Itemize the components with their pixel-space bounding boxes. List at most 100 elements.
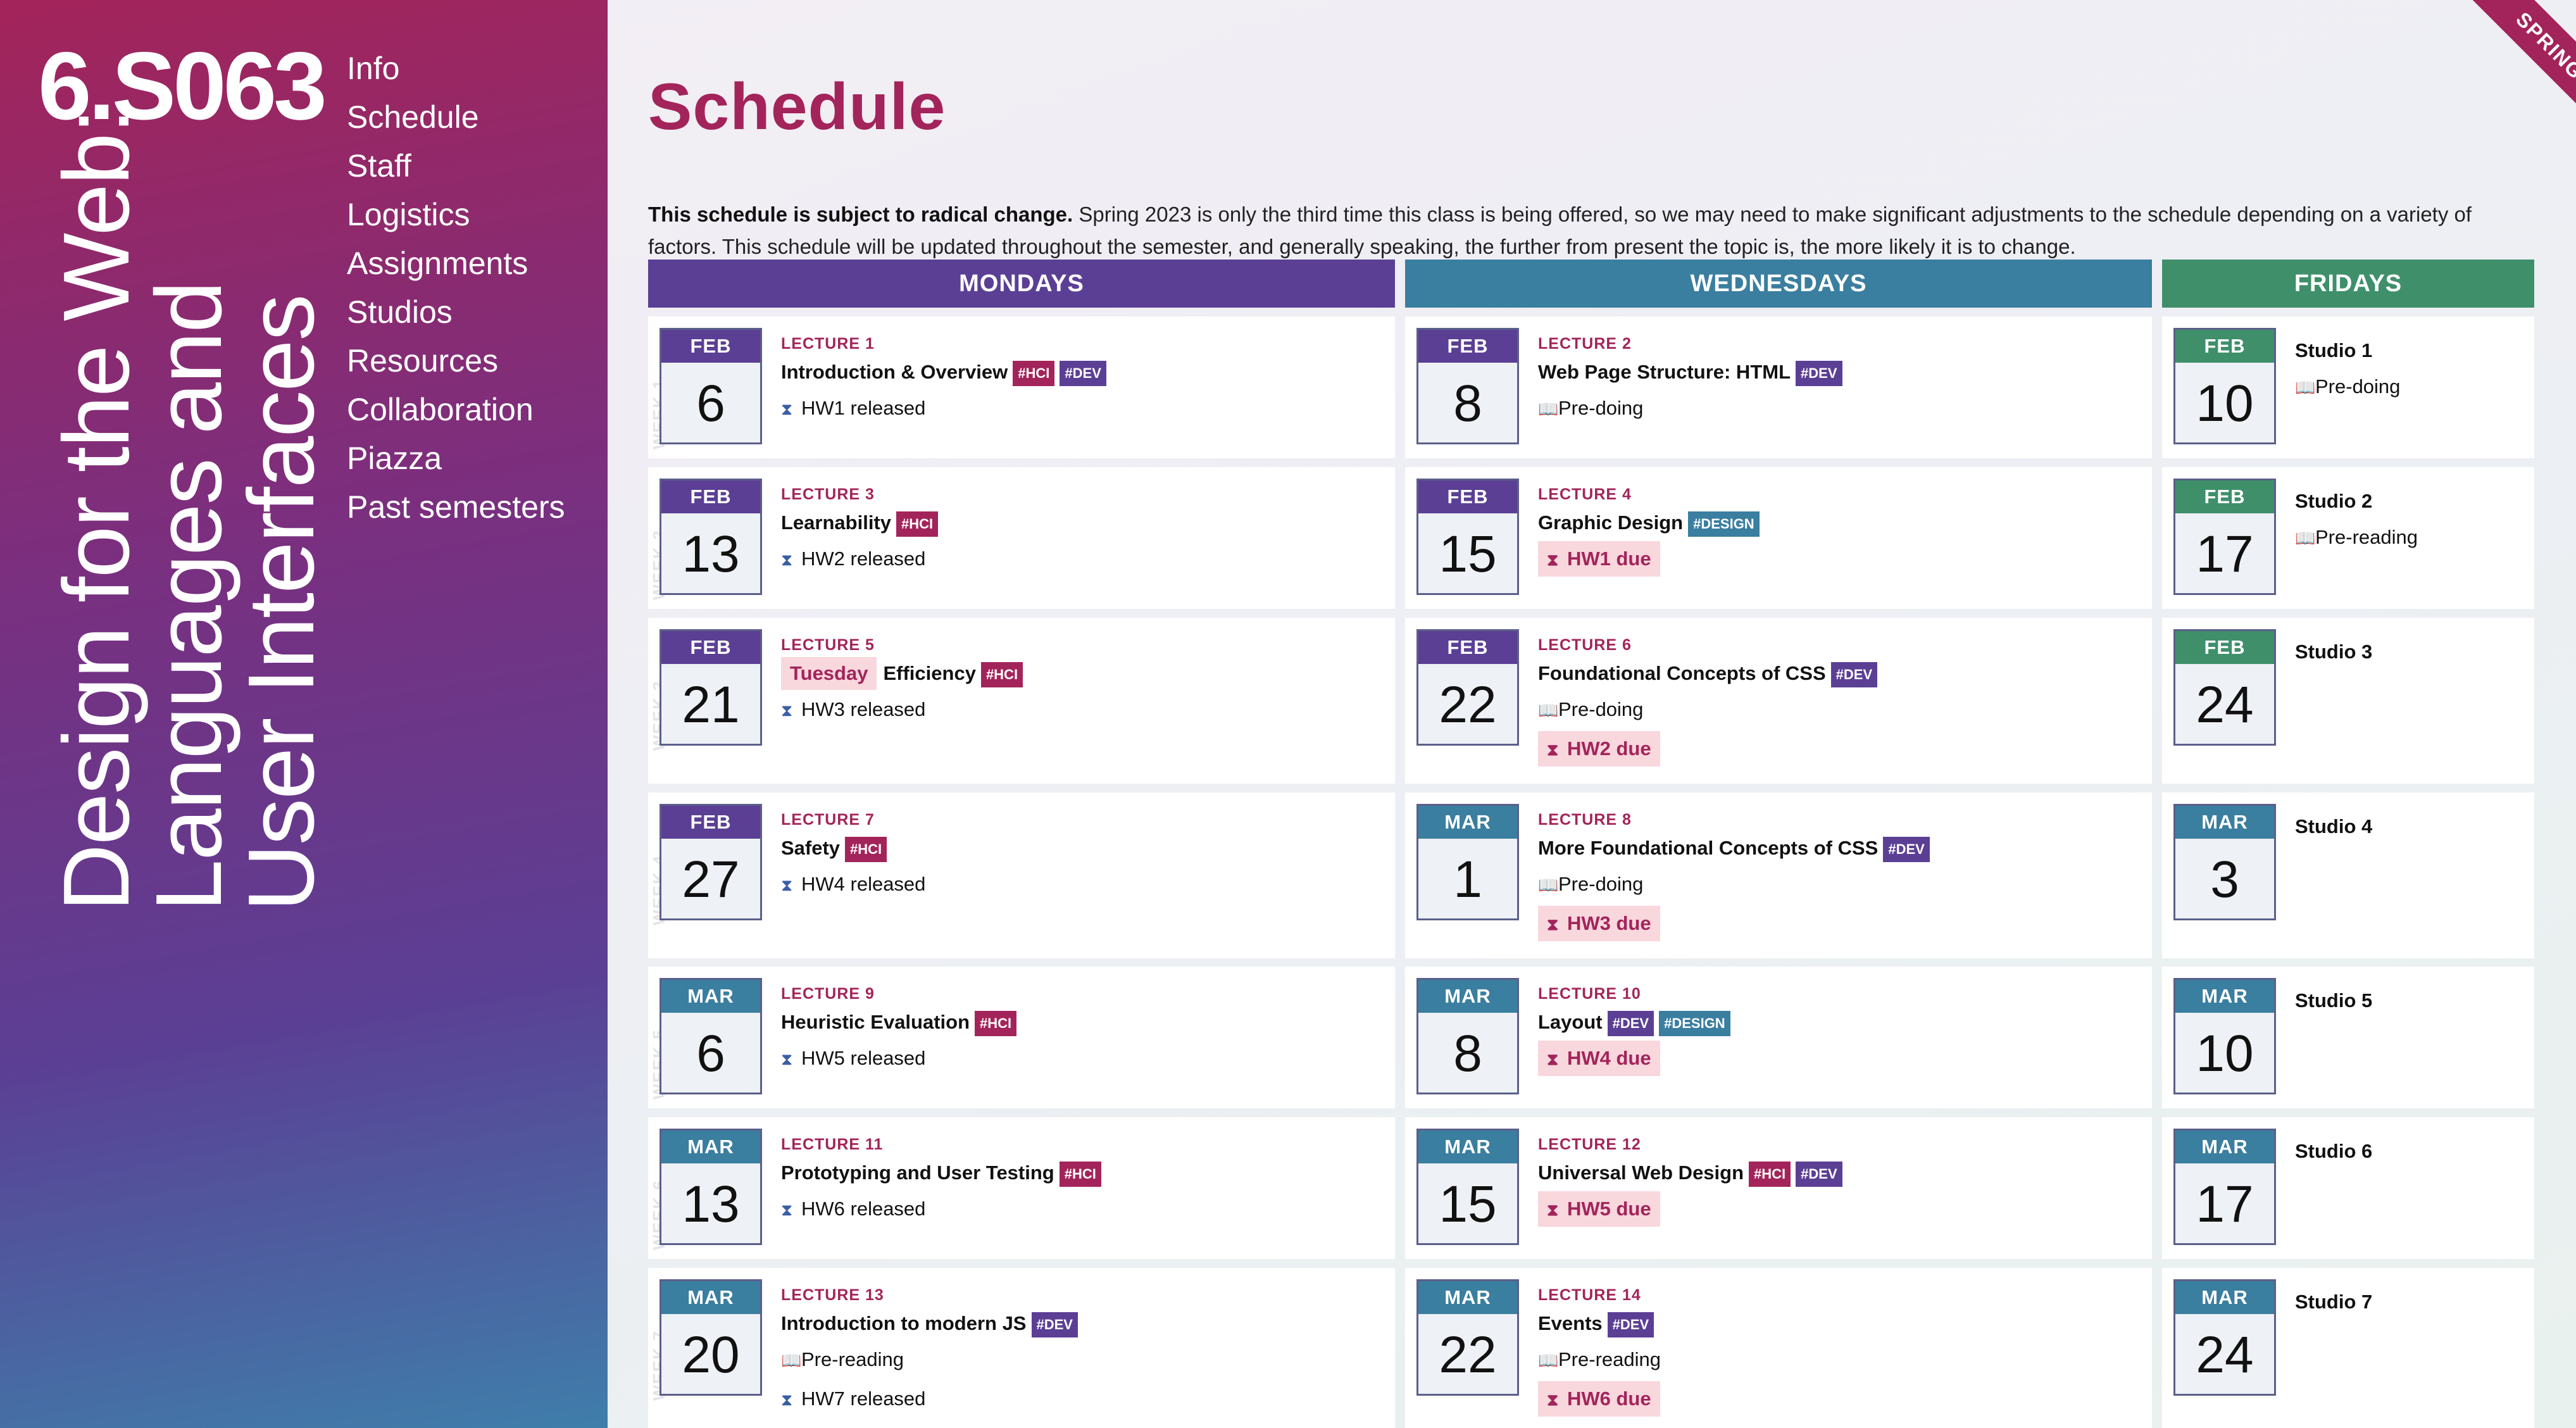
topic-tag[interactable]: #DEV [1607, 1312, 1654, 1337]
event-info: Studio 1 📖Pre-doing [2295, 332, 2522, 406]
due-badge[interactable]: ⧗ HW2 due [1538, 731, 1660, 767]
nav-item-info[interactable]: Info [347, 44, 565, 93]
topic-tag[interactable]: #HCI [1749, 1161, 1791, 1187]
lecture-title[interactable]: Introduction to modern JS [781, 1312, 1027, 1334]
lecture-title-row: Introduction to modern JS #DEV [781, 1307, 1382, 1340]
column-header-mondays: MONDAYS [648, 260, 1395, 308]
lecture-title[interactable]: Layout [1538, 1011, 1603, 1033]
topic-tag[interactable]: #HCI [845, 836, 887, 862]
nav-item-resources[interactable]: Resources [347, 337, 565, 385]
due-item[interactable]: ⧗ HW1 due [1538, 539, 2139, 579]
topic-tag[interactable]: #DEV [1883, 836, 1930, 862]
studio-title[interactable]: Studio 3 [2295, 636, 2522, 668]
assignment-item[interactable]: 📖Pre-doing [1538, 690, 2139, 729]
lecture-title[interactable]: Prototyping and User Testing [781, 1162, 1054, 1184]
date-day: 10 [2196, 1025, 2254, 1082]
studio-title[interactable]: Studio 1 [2295, 334, 2522, 367]
lecture-title[interactable]: More Foundational Concepts of CSS [1538, 837, 1878, 859]
book-icon: 📖 [1538, 701, 1559, 720]
lecture-label: LECTURE 2 [1538, 335, 1632, 353]
studio-title[interactable]: Studio 6 [2295, 1135, 2522, 1168]
due-item[interactable]: ⧗ HW6 due [1538, 1379, 2139, 1419]
assignment-item[interactable]: ⧗ HW3 released [781, 690, 1382, 729]
topic-tag[interactable]: #DEV [1031, 1312, 1078, 1337]
assignment-item[interactable]: ⧗ HW2 released [781, 539, 1382, 579]
nav-item-assignments[interactable]: Assignments [347, 239, 565, 288]
assignment-item[interactable]: ⧗ HW4 released [781, 865, 1382, 904]
assignment-item[interactable]: 📖Pre-doing [1538, 389, 2139, 428]
studio-cell: FEB 24 Studio 3 [2162, 618, 2534, 784]
assignment-item[interactable]: ⧗ HW1 released [781, 389, 1382, 428]
lecture-title[interactable]: Foundational Concepts of CSS [1538, 662, 1826, 684]
nav-item-collaboration[interactable]: Collaboration [347, 385, 565, 434]
due-badge[interactable]: ⧗ HW3 due [1538, 906, 1660, 941]
topic-tag[interactable]: #HCI [980, 661, 1023, 687]
nav-item-piazza[interactable]: Piazza [347, 434, 565, 483]
hourglass-icon: ⧗ [1547, 550, 1559, 569]
lecture-title-row: Prototyping and User Testing #HCI [781, 1156, 1382, 1189]
topic-tag[interactable]: #DEV [1607, 1010, 1654, 1036]
lecture-title[interactable]: Web Page Structure: HTML [1538, 361, 1791, 383]
topic-tag[interactable]: #DESIGN [1659, 1010, 1730, 1036]
topic-tag[interactable]: #DEV [1830, 661, 1878, 687]
due-item[interactable]: ⧗ HW2 due [1538, 729, 2139, 768]
date-month: FEB [661, 330, 760, 363]
topic-tag[interactable]: #DEV [1796, 360, 1842, 386]
lecture-title[interactable]: Universal Web Design [1538, 1162, 1744, 1184]
nav-item-logistics[interactable]: Logistics [347, 191, 565, 239]
due-item[interactable]: ⧗ HW5 due [1538, 1189, 2139, 1229]
lecture-label: LECTURE 9 [781, 985, 875, 1003]
event-info: LECTURE 9 Heuristic Evaluation #HCI ⧗ HW5 re… [781, 982, 1382, 1078]
lecture-title[interactable]: Heuristic Evaluation [781, 1011, 970, 1033]
assignment-item[interactable]: 📖Pre-reading [781, 1340, 1382, 1379]
lecture-title[interactable]: Efficiency [883, 662, 975, 684]
course-title-line: Design for the Web: [44, 109, 149, 911]
studio-title[interactable]: Studio 5 [2295, 984, 2522, 1017]
topic-tag[interactable]: #HCI [1013, 360, 1055, 386]
topic-tag[interactable]: #DEV [1060, 360, 1106, 386]
hourglass-icon: ⧗ [781, 1049, 793, 1068]
assignment-item[interactable]: ⧗ HW7 released [781, 1379, 1382, 1419]
studio-title[interactable]: Studio 2 [2295, 485, 2522, 518]
due-badge[interactable]: ⧗ HW6 due [1538, 1381, 1660, 1417]
topic-tag[interactable]: #DESIGN [1688, 511, 1760, 537]
studio-title[interactable]: Studio 4 [2295, 810, 2522, 843]
assignment-item[interactable]: 📖Pre-doing [2295, 367, 2522, 406]
assignment-item[interactable]: ⧗ HW5 released [781, 1039, 1382, 1078]
due-item[interactable]: ⧗ HW3 due [1538, 904, 2139, 943]
main-nav: Info Schedule Staff Logistics Assignment… [347, 44, 565, 532]
due-item[interactable]: ⧗ HW4 due [1538, 1039, 2139, 1078]
topic-tag[interactable]: #HCI [896, 511, 939, 537]
assignment-item[interactable]: 📖Pre-doing [1538, 865, 2139, 904]
nav-item-studios[interactable]: Studios [347, 288, 565, 337]
assignment-item[interactable]: 📖Pre-reading [1538, 1340, 2139, 1379]
item-text: HW3 due [1567, 912, 1651, 934]
studio-title[interactable]: Studio 7 [2295, 1286, 2522, 1318]
assignment-item[interactable]: 📖Pre-reading [2295, 518, 2522, 557]
lecture-title[interactable]: Events [1538, 1312, 1603, 1334]
date-month: FEB [2175, 631, 2274, 664]
topic-tag[interactable]: #HCI [1059, 1161, 1101, 1187]
nav-item-schedule[interactable]: Schedule [347, 93, 565, 142]
lecture-title-row: Foundational Concepts of CSS #DEV [1538, 657, 2139, 690]
event-info: LECTURE 8 More Foundational Concepts of C… [1538, 808, 2139, 943]
lecture-title[interactable]: Safety [781, 837, 840, 859]
due-badge[interactable]: ⧗ HW4 due [1538, 1041, 1660, 1076]
item-text: HW4 released [801, 873, 926, 895]
item-text: HW2 due [1567, 737, 1651, 760]
date-month: FEB [1418, 480, 1517, 513]
nav-item-past-semesters[interactable]: Past semesters [347, 483, 565, 532]
lecture-cell: WEEK 2 FEB 13 LECTURE 3 Learnability #HCI ⧗ HW2… [648, 467, 1395, 609]
topic-tag[interactable]: #HCI [975, 1010, 1017, 1036]
lecture-title[interactable]: Introduction & Overview [781, 361, 1008, 383]
topic-tag[interactable]: #DEV [1796, 1161, 1842, 1187]
due-badge[interactable]: ⧗ HW5 due [1538, 1191, 1660, 1227]
due-badge[interactable]: ⧗ HW1 due [1538, 541, 1660, 577]
lecture-title[interactable]: Graphic Design [1538, 511, 1683, 534]
date-day: 8 [1453, 375, 1482, 432]
event-info: Studio 6 [2295, 1132, 2522, 1168]
nav-item-staff[interactable]: Staff [347, 142, 565, 191]
lecture-title[interactable]: Learnability [781, 511, 891, 534]
date-month: FEB [1418, 330, 1517, 363]
assignment-item[interactable]: ⧗ HW6 released [781, 1189, 1382, 1229]
